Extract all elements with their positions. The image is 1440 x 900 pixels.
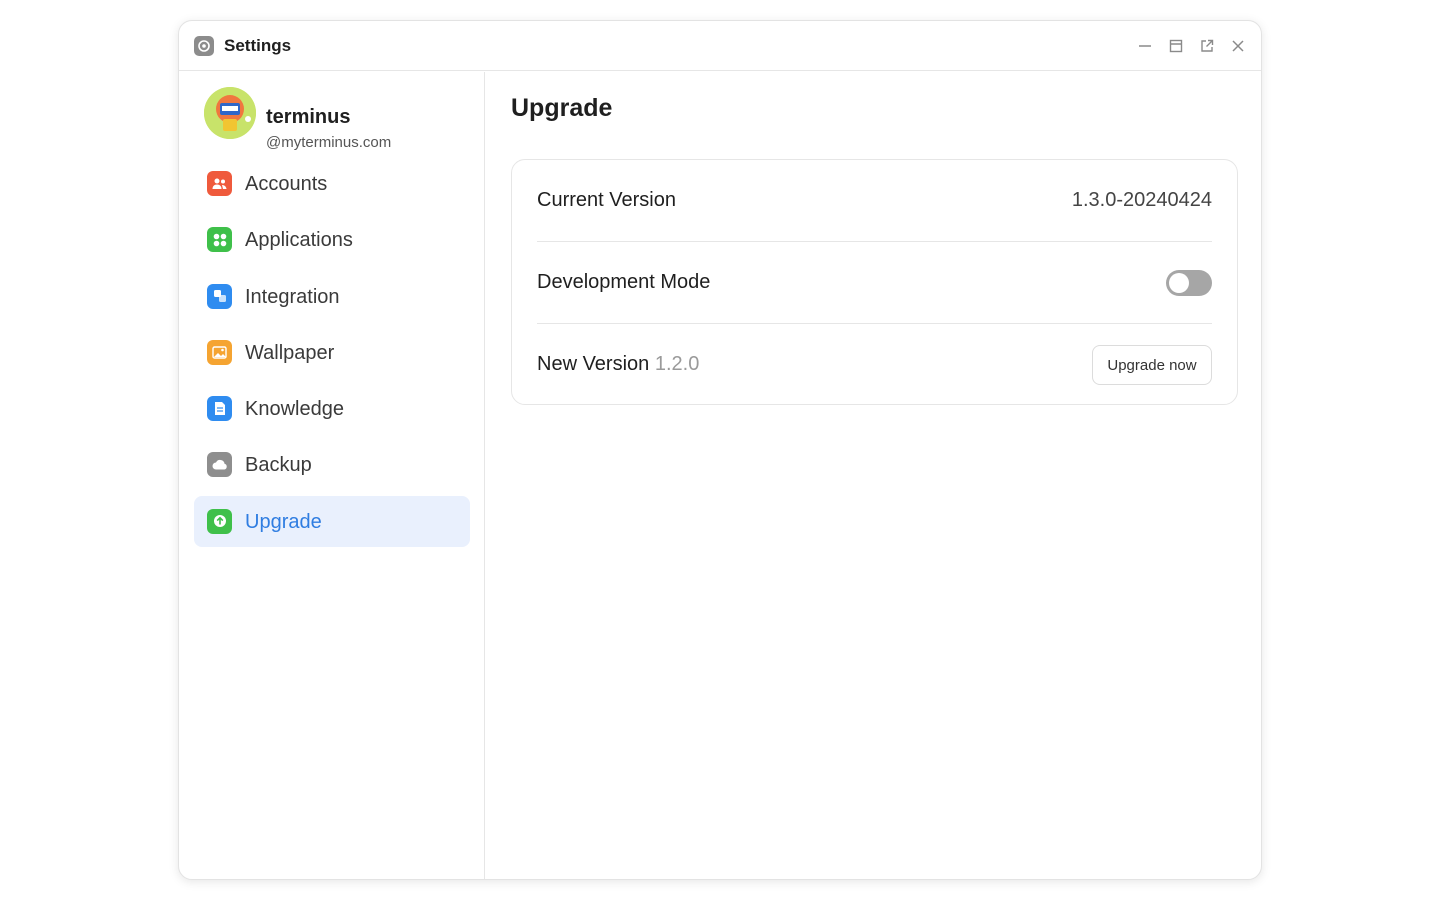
new-version-row: New Version 1.2.0 Upgrade now	[537, 324, 1212, 406]
sidebar-item-accounts[interactable]: Accounts	[194, 158, 470, 209]
sidebar-item-label: Accounts	[245, 173, 328, 195]
toggle-knob	[1169, 273, 1189, 293]
open-external-icon[interactable]	[1198, 37, 1216, 55]
development-mode-label: Development Mode	[537, 271, 711, 293]
new-version-label-group: New Version 1.2.0	[537, 352, 699, 376]
upgrade-card: Current Version 1.3.0-20240424 Developme…	[511, 159, 1238, 405]
close-icon[interactable]	[1229, 37, 1247, 55]
sidebar-item-applications[interactable]: Applications	[194, 214, 470, 265]
wallpaper-icon	[207, 339, 232, 365]
settings-gear-icon	[194, 36, 214, 56]
sidebar-item-label: Knowledge	[245, 398, 344, 421]
new-version-value: 1.2.0	[654, 353, 700, 375]
development-mode-toggle[interactable]	[1166, 270, 1212, 296]
sidebar-item-wallpaper[interactable]: Wallpaper	[194, 327, 470, 378]
upgrade-now-button[interactable]: Upgrade now	[1092, 345, 1212, 385]
main-panel: Upgrade Current Version 1.3.0-20240424 D…	[486, 72, 1261, 879]
settings-window: Settings terminus @myterminus.com Accoun…	[178, 20, 1262, 880]
sidebar-nav: Accounts Applications Integration Wallpa…	[194, 158, 470, 552]
current-version-row: Current Version 1.3.0-20240424	[537, 160, 1212, 242]
title-bar: Settings	[179, 21, 1261, 71]
current-version-value: 1.3.0-20240424	[1071, 189, 1212, 211]
avatar	[204, 87, 256, 139]
sidebar-item-label: Backup	[245, 454, 312, 477]
profile-domain: @myterminus.com	[266, 134, 392, 151]
profile-name: terminus	[266, 106, 351, 128]
profile-card[interactable]: terminus @myterminus.com	[204, 87, 464, 151]
sidebar-item-label: Upgrade	[245, 510, 322, 533]
knowledge-icon	[207, 396, 232, 422]
backup-cloud-icon	[207, 452, 232, 478]
sidebar-item-label: Applications	[245, 229, 353, 252]
sidebar-item-label: Integration	[245, 285, 340, 308]
new-version-label: New Version	[537, 353, 650, 375]
applications-icon	[207, 227, 232, 253]
sidebar-item-backup[interactable]: Backup	[194, 439, 470, 490]
sidebar-item-integration[interactable]: Integration	[194, 271, 470, 322]
sidebar-item-label: Wallpaper	[245, 341, 335, 364]
current-version-label: Current Version	[537, 189, 676, 211]
accounts-icon	[207, 171, 232, 196]
maximize-icon[interactable]	[1167, 37, 1185, 55]
development-mode-row: Development Mode	[537, 242, 1212, 324]
sidebar: terminus @myterminus.com Accounts Applic…	[179, 72, 485, 879]
integration-icon	[207, 283, 232, 309]
window-title: Settings	[224, 36, 292, 55]
upgrade-arrow-icon	[207, 508, 232, 534]
page-title: Upgrade	[511, 94, 613, 122]
sidebar-item-knowledge[interactable]: Knowledge	[194, 383, 470, 434]
minimize-icon[interactable]	[1136, 37, 1154, 55]
sidebar-item-upgrade[interactable]: Upgrade	[194, 495, 470, 547]
